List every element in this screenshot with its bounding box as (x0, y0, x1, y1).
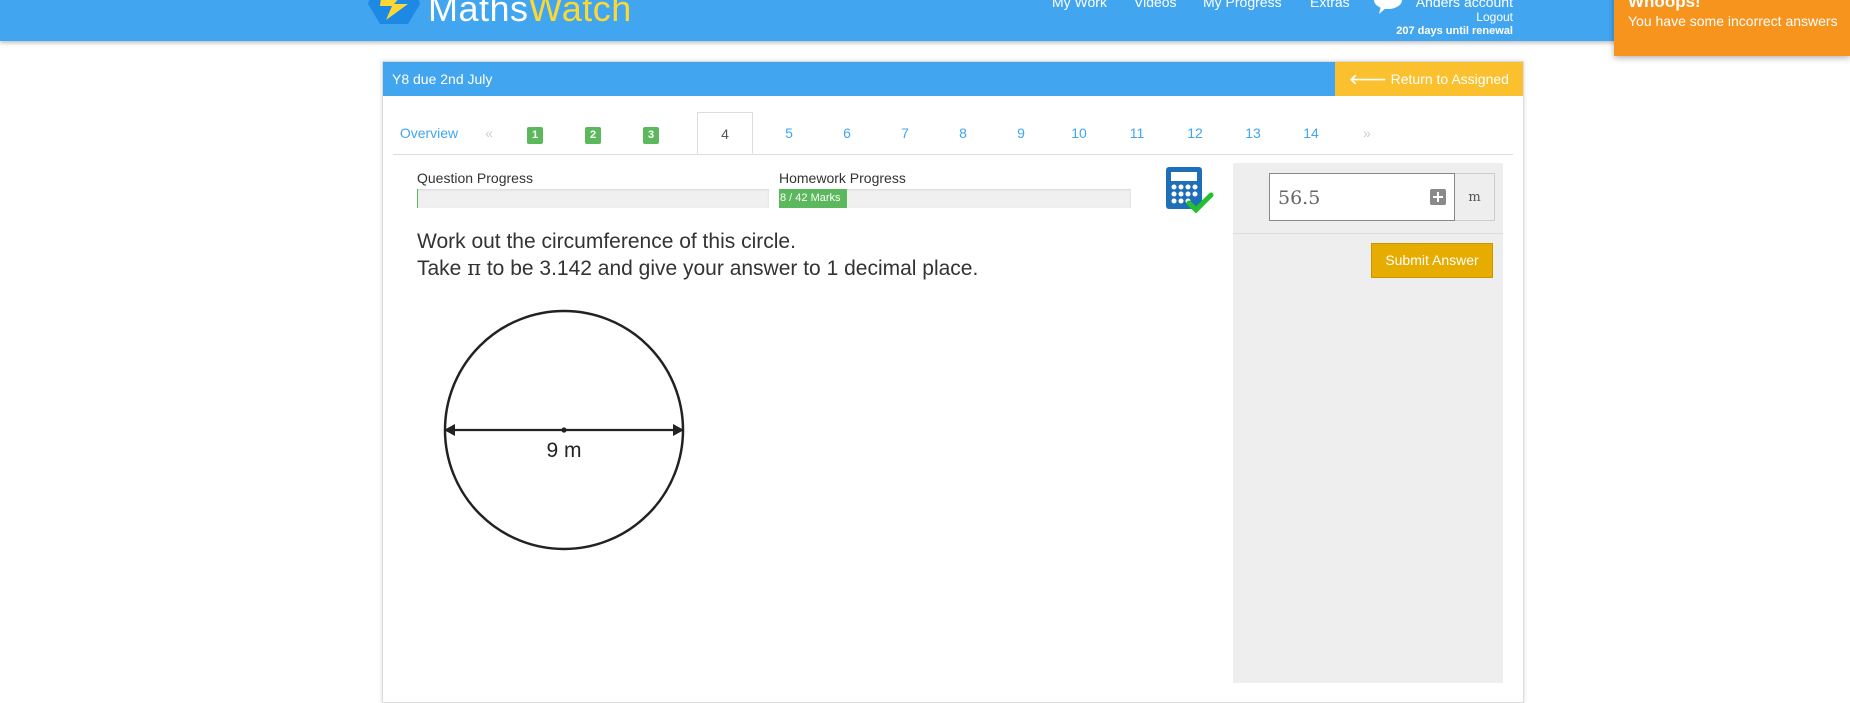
tab-3[interactable]: 3 (641, 112, 661, 154)
diameter-label: 9 m (546, 439, 581, 462)
tab-next[interactable]: » (1357, 112, 1377, 154)
question-text: Work out the circumference of this circl… (417, 228, 978, 282)
homework-progress-fill: 8 / 42 Marks (779, 189, 847, 208)
question-line-2: Take π to be 3.142 and give your answer … (417, 256, 979, 280)
tab-prev[interactable]: « (479, 112, 499, 154)
tab-overview[interactable]: Overview (399, 112, 459, 154)
centre-point (561, 427, 567, 433)
tab-14[interactable]: 14 (1297, 112, 1325, 154)
question-progress-label: Question Progress (417, 170, 533, 186)
arrow-left-icon: 🡐 (1349, 71, 1387, 87)
answer-value: 56.5 (1278, 187, 1321, 209)
panel-header: Y8 due 2nd July 🡐 Return to Assigned Work (383, 62, 1523, 121)
account-name[interactable]: Anders account (1416, 0, 1513, 10)
logout-link[interactable]: Logout (1476, 10, 1513, 24)
tab-6[interactable]: 6 (835, 112, 859, 154)
nav-videos[interactable]: Videos (1134, 0, 1177, 10)
toast-title: Whoops! (1628, 0, 1701, 11)
brand-name[interactable]: MathsWatch (428, 0, 632, 30)
assignment-title: Y8 due 2nd July (392, 71, 493, 87)
chat-icon[interactable] (1373, 0, 1403, 14)
unit-label: m (1455, 173, 1495, 221)
question-line-1: Work out the circumference of this circl… (417, 230, 796, 253)
circle-diagram: 9 m (443, 309, 685, 551)
completed-badge: 2 (584, 127, 602, 144)
toast-message: You have some incorrect answers (1628, 13, 1838, 29)
tab-1[interactable]: 1 (525, 112, 545, 154)
answer-pane: 56.5 m Submit Answer (1233, 163, 1503, 683)
renewal-text: 207 days until renewal (1396, 25, 1513, 37)
nav-extras[interactable]: Extras (1310, 0, 1350, 10)
return-to-assigned-work-button[interactable]: 🡐 Return to Assigned Work (1335, 62, 1523, 121)
tab-8[interactable]: 8 (951, 112, 975, 154)
completed-badge: 3 (642, 127, 660, 144)
answer-input[interactable]: 56.5 (1269, 173, 1455, 221)
logo-icon[interactable] (368, 0, 420, 24)
tab-4-active[interactable]: 4 (697, 112, 753, 154)
plus-icon[interactable] (1430, 189, 1446, 205)
homework-progress-bar: 8 / 42 Marks (779, 189, 1131, 208)
top-navbar: MathsWatch My Work Videos My Progress Ex… (0, 0, 1850, 41)
completed-badge: 1 (526, 127, 544, 144)
homework-panel: Y8 due 2nd July 🡐 Return to Assigned Work… (382, 61, 1524, 703)
tab-12[interactable]: 12 (1181, 112, 1209, 154)
tab-10[interactable]: 10 (1065, 112, 1093, 154)
tab-9[interactable]: 9 (1009, 112, 1033, 154)
tab-2[interactable]: 2 (583, 112, 603, 154)
pi-symbol: π (467, 256, 482, 280)
question-progress-fill (417, 189, 418, 208)
error-toast[interactable]: Whoops! You have some incorrect answers (1614, 0, 1850, 56)
nav-my-progress[interactable]: My Progress (1203, 0, 1282, 10)
submit-answer-button[interactable]: Submit Answer (1371, 243, 1493, 278)
tab-7[interactable]: 7 (893, 112, 917, 154)
question-tabs: Overview « 1 2 3 4 5 6 7 8 9 10 11 12 13… (393, 112, 1513, 155)
nav-my-work[interactable]: My Work (1052, 0, 1107, 10)
calculator-icon[interactable] (1164, 165, 1214, 215)
tab-13[interactable]: 13 (1239, 112, 1267, 154)
tab-5[interactable]: 5 (777, 112, 801, 154)
tab-11[interactable]: 11 (1123, 112, 1151, 154)
homework-progress-label: Homework Progress (779, 170, 906, 186)
answer-input-row: 56.5 m (1233, 163, 1503, 234)
question-progress-bar (417, 189, 769, 208)
